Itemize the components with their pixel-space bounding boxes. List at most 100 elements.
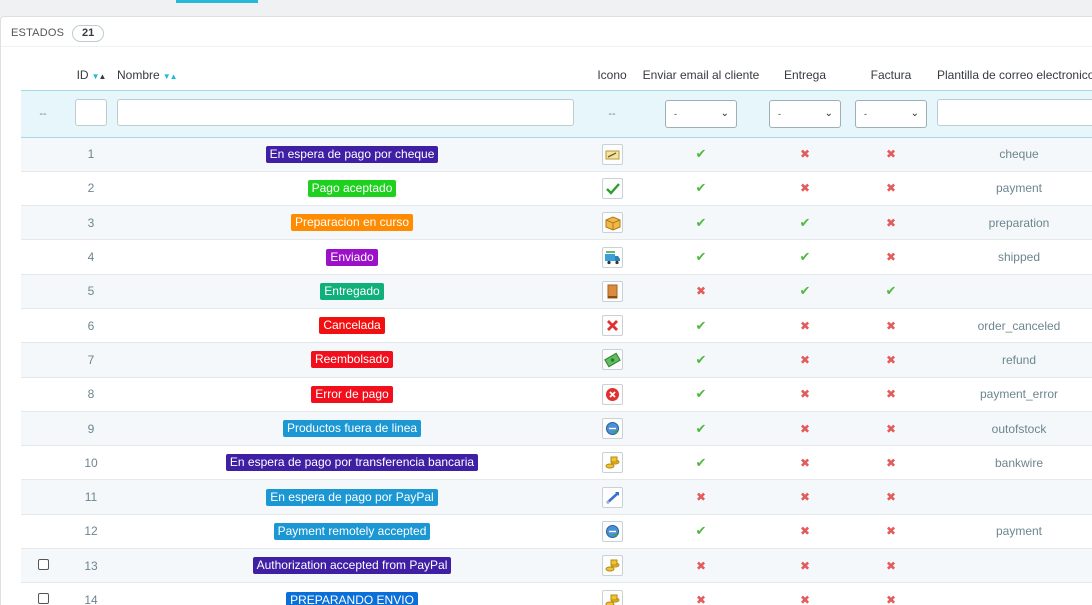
table-row[interactable]: 14 PREPARANDO ENVIO ✖ ✖ ✖ [21, 582, 1092, 605]
row-id: 4 [65, 239, 117, 275]
cross-icon[interactable]: ✖ [886, 181, 896, 195]
refund-icon [601, 349, 623, 371]
panel-heading: ESTADOS 21 [11, 24, 105, 42]
table-row[interactable]: 8 Error de pago ✔ ✖ ✖ payment_error [21, 377, 1092, 412]
status-badge: En espera de pago por cheque [265, 145, 439, 163]
cross-icon[interactable]: ✖ [886, 216, 896, 230]
status-badge: En espera de pago por transferencia banc… [225, 454, 479, 472]
cross-icon[interactable]: ✖ [886, 490, 896, 504]
cross-icon[interactable]: ✖ [886, 422, 896, 436]
cross-icon[interactable]: ✖ [886, 559, 896, 573]
preparing-shipment-icon [601, 589, 623, 605]
row-send-email: ✔ [637, 445, 765, 481]
cross-icon[interactable]: ✖ [800, 490, 810, 504]
cross-icon[interactable]: ✖ [886, 250, 896, 264]
check-icon[interactable]: ✔ [696, 249, 707, 264]
filter-delivery-select[interactable]: - ⌄ [769, 99, 841, 128]
check-icon[interactable]: ✔ [696, 146, 707, 161]
cross-icon[interactable]: ✖ [696, 490, 706, 504]
cross-icon[interactable]: ✖ [886, 319, 896, 333]
cross-icon[interactable]: ✖ [886, 524, 896, 538]
table-row[interactable]: 2 Pago aceptado ✔ ✖ ✖ payment [21, 171, 1092, 207]
check-icon[interactable]: ✔ [696, 180, 707, 195]
row-delivery: ✔ [765, 239, 845, 275]
panel-title: ESTADOS [11, 27, 65, 39]
row-select-cell [21, 548, 65, 584]
cross-icon[interactable]: ✖ [800, 353, 810, 367]
check-icon[interactable]: ✔ [696, 318, 707, 333]
filter-invoice-select[interactable]: - ⌄ [855, 99, 927, 128]
filter-email-select[interactable]: - ⌄ [665, 99, 737, 128]
row-email-template: payment_error [937, 377, 1092, 412]
row-id: 10 [65, 445, 117, 481]
check-icon[interactable]: ✔ [696, 215, 707, 230]
table-row[interactable]: 5 Entregado ✖ ✔ ✔ [21, 274, 1092, 309]
row-id: 12 [65, 514, 117, 550]
cross-icon[interactable]: ✖ [800, 524, 810, 538]
row-delivery: ✖ [765, 342, 845, 378]
cross-icon[interactable]: ✖ [696, 284, 706, 298]
row-delivery: ✖ [765, 514, 845, 550]
row-send-email: ✔ [637, 239, 765, 275]
table-row[interactable]: 4 Enviado ✔ ✔ ✖ shipped [21, 239, 1092, 275]
check-icon[interactable]: ✔ [696, 455, 707, 470]
check-icon[interactable]: ✔ [800, 249, 811, 264]
table-row[interactable]: 1 En espera de pago por cheque ✔ ✖ ✖ cheque [21, 137, 1092, 172]
row-select-cell [21, 274, 65, 309]
payment-accepted-icon [601, 177, 623, 199]
cross-icon[interactable]: ✖ [886, 456, 896, 470]
filter-name-input[interactable] [117, 98, 574, 126]
cross-icon[interactable]: ✖ [800, 387, 810, 401]
cross-icon[interactable]: ✖ [886, 593, 896, 605]
check-icon[interactable]: ✔ [800, 215, 811, 230]
check-icon[interactable]: ✔ [696, 352, 707, 367]
row-email-template: outofstock [937, 411, 1092, 447]
row-select-cell [21, 514, 65, 550]
row-invoice: ✖ [845, 548, 937, 584]
table-row[interactable]: 6 Cancelada ✔ ✖ ✖ order_canceled [21, 308, 1092, 344]
cross-icon[interactable]: ✖ [800, 559, 810, 573]
cross-icon[interactable]: ✖ [800, 456, 810, 470]
row-email-template: payment [937, 514, 1092, 550]
header-id[interactable]: ID ▼▲ [65, 60, 117, 90]
cross-icon[interactable]: ✖ [800, 319, 810, 333]
check-icon[interactable]: ✔ [696, 386, 707, 401]
cross-icon[interactable]: ✖ [696, 559, 706, 573]
table-row[interactable]: 9 Productos fuera de linea ✔ ✖ ✖ outofstock [21, 411, 1092, 447]
sort-arrows-icon[interactable]: ▼▲ [163, 72, 178, 81]
row-invoice: ✖ [845, 342, 937, 378]
cross-icon[interactable]: ✖ [800, 147, 810, 161]
table-row[interactable]: 11 En espera de pago por PayPal ✖ ✖ ✖ [21, 479, 1092, 515]
table-row[interactable]: 10 En espera de pago por transferencia ba… [21, 445, 1092, 481]
row-checkbox[interactable] [37, 593, 49, 604]
table-row[interactable]: 3 Preparacion en curso ✔ ✔ ✖ preparation [21, 205, 1092, 241]
cross-icon[interactable]: ✖ [886, 147, 896, 161]
cross-icon[interactable]: ✖ [886, 387, 896, 401]
cross-icon[interactable]: ✖ [800, 593, 810, 605]
cross-icon[interactable]: ✖ [696, 593, 706, 605]
chevron-down-icon: ⌄ [910, 107, 919, 119]
filter-id-input[interactable] [75, 98, 107, 126]
cross-icon[interactable]: ✖ [800, 181, 810, 195]
row-email-template: cheque [937, 137, 1092, 172]
sort-arrows-icon[interactable]: ▼▲ [92, 72, 107, 81]
row-email-template [937, 274, 1092, 309]
check-icon[interactable]: ✔ [696, 523, 707, 538]
package-icon [601, 212, 623, 234]
row-id: 5 [65, 274, 117, 309]
table-row[interactable]: 12 Payment remotely accepted ✔ ✖ ✖ payment [21, 514, 1092, 550]
header-name[interactable]: Nombre ▼▲ [117, 60, 587, 90]
row-delivery: ✔ [765, 274, 845, 309]
cross-icon[interactable]: ✖ [800, 422, 810, 436]
check-icon[interactable]: ✔ [800, 283, 811, 298]
cross-icon[interactable]: ✖ [886, 353, 896, 367]
header-icon: Icono [597, 67, 627, 82]
row-select-cell [21, 479, 65, 515]
table-row[interactable]: 7 Reembolsado ✔ ✖ ✖ refund [21, 342, 1092, 378]
table-row[interactable]: 13 Authorization accepted from PayPal ✖ ✖ ✖ [21, 548, 1092, 584]
row-checkbox[interactable] [37, 558, 49, 570]
filter-template-input[interactable] [937, 98, 1092, 126]
check-icon[interactable]: ✔ [886, 283, 897, 298]
check-icon[interactable]: ✔ [696, 421, 707, 436]
header-email-template[interactable]: Plantilla de correo electronico▼▲ [937, 60, 1092, 90]
